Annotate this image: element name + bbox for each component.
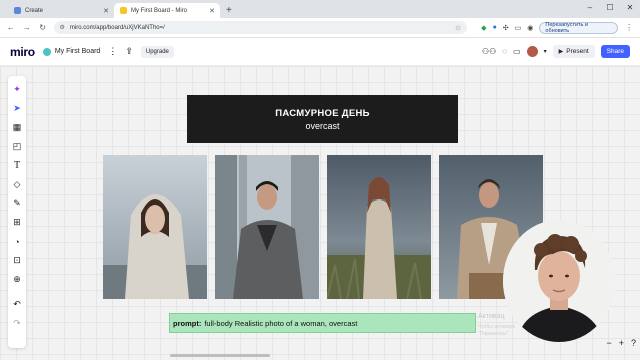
browser-tab-miro[interactable]: My First Board - Miro ✕: [114, 3, 220, 18]
horizontal-scrollbar[interactable]: [170, 354, 270, 357]
undo-icon[interactable]: ↶: [10, 295, 24, 314]
play-icon: ▶: [558, 49, 564, 55]
pen-icon[interactable]: ✎: [10, 194, 24, 213]
minimize-button[interactable]: –: [580, 0, 600, 16]
board-icon: [42, 47, 51, 56]
shapes-icon[interactable]: ◇: [10, 175, 24, 194]
window-controls: – ☐ ✕: [580, 0, 640, 16]
share-button[interactable]: Share: [600, 45, 630, 58]
url-text: miro.com/app/board/uXjVKaNTho=/: [69, 24, 165, 31]
create-favicon-icon: [14, 7, 21, 14]
more-menu-icon[interactable]: ⋮: [624, 23, 634, 32]
zoom-in-icon[interactable]: +: [619, 338, 624, 348]
close-tab-icon[interactable]: ✕: [103, 7, 109, 15]
tab-title: My First Board - Miro: [131, 7, 188, 14]
template-icon[interactable]: ▦: [10, 118, 24, 137]
photo-woman-hood[interactable]: [103, 155, 207, 299]
sidebar-icon[interactable]: ▭: [515, 24, 522, 32]
frame-icon[interactable]: ⊞: [10, 213, 24, 232]
board-name: My First Board: [54, 48, 101, 55]
profile-icon[interactable]: ◉: [527, 24, 533, 32]
board-name-button[interactable]: My First Board: [42, 47, 101, 56]
prompt-text-box[interactable]: prompt: full-body Realistic photo of a w…: [169, 313, 476, 333]
browser-tab-create[interactable]: Create ✕: [8, 3, 114, 18]
photo-man-coat-buildings[interactable]: [215, 155, 319, 299]
tab-title: Create: [25, 7, 44, 14]
maximize-button[interactable]: ☐: [600, 0, 620, 16]
activation-watermark-title: Активац: [478, 313, 505, 320]
photo-man-coat-image: [215, 155, 319, 299]
comment-icon[interactable]: ◔: [10, 232, 24, 251]
redo-icon[interactable]: ↷: [10, 314, 24, 333]
left-toolbar: ✦ ➤ ▦ ◰ T ◇ ✎ ⊞ ◔ ⊡ ⊕ ↶ ↷: [8, 76, 26, 348]
activation-watermark-text: Чтобы активиро "Параметры".: [478, 324, 515, 338]
photo-woman-hood-image: [103, 155, 207, 299]
present-label: Present: [566, 48, 589, 55]
new-tab-button[interactable]: +: [226, 3, 232, 18]
shield-icon[interactable]: ◆: [481, 24, 486, 32]
miro-top-bar: miro My First Board ⋮ ⇪ Upgrade ⚇⚇ ◌ ▭ ▾…: [0, 38, 640, 66]
cursor-icon[interactable]: ➤: [10, 99, 24, 118]
extension-blue-icon[interactable]: ●: [493, 24, 497, 32]
activation-line-1: Чтобы активиро: [478, 324, 516, 330]
upgrade-button[interactable]: Upgrade: [140, 45, 174, 58]
restart-update-button[interactable]: Перезапустить и обновить: [539, 21, 619, 34]
chat-icon[interactable]: ◌: [502, 47, 507, 56]
address-bar-row: ← → ↻ ⚙ miro.com/app/board/uXjVKaNTho=/ …: [0, 18, 640, 38]
help-icon[interactable]: ?: [631, 338, 636, 348]
url-bar[interactable]: ⚙ miro.com/app/board/uXjVKaNTho=/ ☆: [53, 21, 468, 34]
text-icon[interactable]: T: [10, 156, 24, 175]
webcam-overlay: [503, 220, 615, 342]
sticky-note-icon[interactable]: ◰: [10, 137, 24, 156]
browser-tab-bar: Create ✕ My First Board - Miro ✕ + – ☐ ✕: [0, 0, 640, 18]
bottom-right-controls: − + ?: [606, 338, 636, 348]
upload-icon[interactable]: ⊡: [10, 251, 24, 270]
reload-icon[interactable]: ↻: [38, 23, 48, 32]
puzzle-icon[interactable]: ✣: [503, 24, 509, 32]
forward-icon[interactable]: →: [22, 23, 32, 32]
chevron-down-icon[interactable]: ▾: [544, 48, 547, 55]
site-info-icon[interactable]: ⚙: [60, 24, 65, 31]
back-icon[interactable]: ←: [6, 23, 16, 32]
board-menu-icon[interactable]: ⋮: [108, 46, 117, 57]
miro-logo[interactable]: miro: [10, 45, 35, 59]
collaboration-tools: ⚇⚇ ◌ ▭ ▾ ▶ Present Share: [482, 45, 630, 58]
plus-icon[interactable]: ⊕: [10, 270, 24, 289]
zoom-out-icon[interactable]: −: [606, 338, 611, 348]
reactions-icon[interactable]: ⚇⚇: [482, 47, 496, 56]
activation-line-2: "Параметры".: [478, 331, 510, 337]
photo-woman-field-image: [327, 155, 431, 299]
close-window-button[interactable]: ✕: [620, 0, 640, 16]
miro-favicon-icon: [120, 7, 127, 14]
user-avatar[interactable]: [526, 46, 538, 57]
photo-woman-field[interactable]: [327, 155, 431, 299]
close-tab-icon[interactable]: ✕: [209, 7, 215, 15]
prompt-label: prompt:: [173, 318, 202, 328]
presenter-webcam-image: [503, 220, 615, 342]
sparkle-icon[interactable]: ✦: [10, 80, 24, 99]
video-call-icon[interactable]: ▭: [513, 47, 521, 56]
present-button[interactable]: ▶ Present: [552, 45, 595, 58]
bookmark-star-icon[interactable]: ☆: [455, 24, 461, 32]
title-banner[interactable]: ПАСМУРНОЕ ДЕНЬ overcast: [187, 95, 458, 143]
extension-icons: ◆ ● ✣ ▭ ◉: [481, 24, 533, 32]
banner-title: ПАСМУРНОЕ ДЕНЬ: [275, 107, 370, 119]
banner-subtitle: overcast: [305, 120, 340, 131]
prompt-text: full-body Realistic photo of a woman, ov…: [204, 318, 358, 328]
export-icon[interactable]: ⇪: [125, 46, 133, 57]
